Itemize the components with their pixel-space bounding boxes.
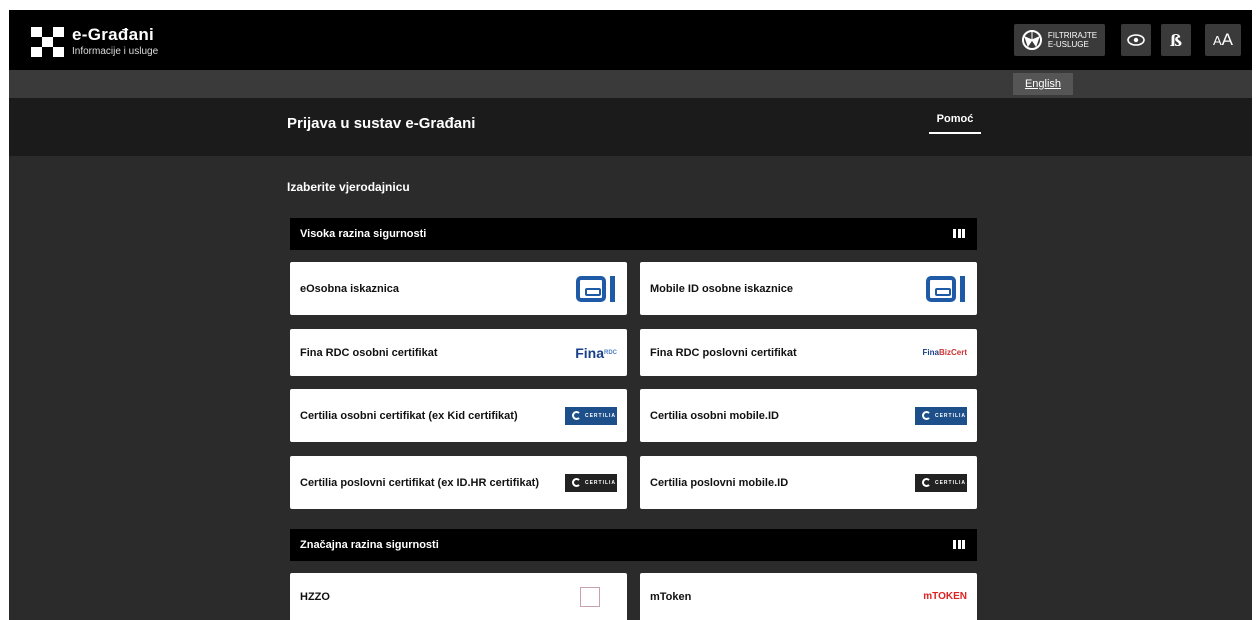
credential-card-mobile-id[interactable]: Mobile ID osobne iskaznice	[640, 262, 977, 315]
certilia-logo-text: CERTILIA	[584, 479, 617, 486]
brand-title[interactable]: e-Građani	[72, 25, 154, 45]
help-link[interactable]: Pomoć	[929, 113, 981, 134]
credential-card-certilia-poslovni[interactable]: Certilia poslovni certifikat (ex ID.HR c…	[290, 456, 627, 509]
window-right-edge	[1252, 0, 1256, 620]
top-bar: e-Građani Informacije i usluge FILTRIRAJ…	[9, 10, 1252, 70]
certilia-logo-text: CERTILIA	[934, 479, 967, 486]
window-left-edge	[0, 0, 9, 620]
credential-label: Certilia osobni mobile.ID	[650, 409, 779, 422]
fina-bizcert-logo-icon: Fina BizCert	[923, 348, 967, 357]
credential-label: Certilia poslovni mobile.ID	[650, 476, 789, 489]
credential-card-certilia-poslovni-mobile[interactable]: Certilia poslovni mobile.ID CERTILIA	[640, 456, 977, 509]
choose-credential-label: Izaberite vjerodajnicu	[287, 180, 410, 194]
section-substantial-security[interactable]: Značajna razina sigurnosti	[290, 529, 977, 561]
page-header: Prijava u sustav e-Građani Pomoć	[9, 98, 1252, 156]
text-size-button[interactable]: AA	[1205, 24, 1241, 56]
credential-card-fina-rdc-osobni[interactable]: Fina RDC osobni certifikat Fina RDC	[290, 329, 627, 376]
credential-card-hzzo[interactable]: HZZO	[290, 573, 627, 620]
credential-label: eOsobna iskaznica	[300, 282, 400, 295]
language-switch-english[interactable]: English	[1013, 73, 1073, 95]
certilia-logo-text: CERTILIA	[934, 412, 967, 419]
fina-logo-text: Fina	[575, 344, 604, 361]
credential-label: Fina RDC osobni certifikat	[300, 346, 438, 359]
fina-logo-sup: BizCert	[938, 348, 967, 357]
credential-card-fina-rdc-poslovni[interactable]: Fina RDC poslovni certifikat Fina BizCert	[640, 329, 977, 376]
filter-label-line1: FILTRIRAJTE	[1047, 31, 1098, 40]
credential-label: Mobile ID osobne iskaznice	[650, 282, 794, 295]
hzzo-logo-icon	[565, 585, 617, 609]
fina-logo-text: Fina	[922, 348, 939, 357]
credential-card-eosobna[interactable]: eOsobna iskaznica	[290, 262, 627, 315]
mtoken-logo-icon: mTOKEN	[923, 591, 967, 602]
credential-label: Certilia poslovni certifikat (ex ID.HR c…	[300, 476, 540, 489]
section-high-security[interactable]: Visoka razina sigurnosti	[290, 218, 977, 250]
contrast-toggle-button[interactable]	[1121, 24, 1151, 56]
credential-label: HZZO	[300, 590, 330, 603]
credential-label: mToken	[650, 590, 692, 603]
certilia-logo-icon: CERTILIA	[565, 473, 617, 492]
text-size-large: A	[1221, 30, 1233, 49]
credential-label: Certilia osobni certifikat (ex Kid certi…	[300, 409, 518, 422]
page-title: Prijava u sustav e-Građani	[287, 115, 476, 132]
certilia-logo-text: CERTILIA	[584, 412, 617, 419]
eid-logo-icon	[573, 275, 617, 302]
credential-label: Fina RDC poslovni certifikat	[650, 346, 797, 359]
filter-globe-icon	[1021, 30, 1042, 50]
section-title: Visoka razina sigurnosti	[300, 228, 427, 240]
certilia-logo-icon: CERTILIA	[915, 473, 967, 492]
section-title: Značajna razina sigurnosti	[300, 539, 439, 551]
window-top-edge	[0, 0, 1256, 10]
fina-logo-sup: RDC	[604, 349, 617, 356]
credential-card-mtoken[interactable]: mToken mTOKEN	[640, 573, 977, 620]
dyslexia-font-button[interactable]: ß	[1161, 24, 1191, 56]
brand-subtitle: Informacije i usluge	[72, 46, 159, 57]
eid-logo-icon	[923, 275, 967, 302]
filter-label-line2: E-USLUGE	[1047, 40, 1089, 49]
security-level-icon	[953, 540, 965, 549]
certilia-logo-icon: CERTILIA	[915, 406, 967, 425]
certilia-logo-icon: CERTILIA	[565, 406, 617, 425]
eye-icon	[1127, 34, 1145, 46]
credential-card-certilia-mobile[interactable]: Certilia osobni mobile.ID CERTILIA	[640, 389, 977, 442]
security-level-icon	[953, 229, 965, 238]
egradjani-logo-icon[interactable]	[31, 27, 65, 57]
credential-card-certilia-osobni[interactable]: Certilia osobni certifikat (ex Kid certi…	[290, 389, 627, 442]
fina-rdc-logo-icon: Fina RDC	[575, 345, 617, 361]
text-size-small: A	[1212, 32, 1222, 48]
language-strip: English	[9, 70, 1252, 98]
filter-services-button[interactable]: FILTRIRAJTE E-USLUGE	[1014, 24, 1105, 56]
